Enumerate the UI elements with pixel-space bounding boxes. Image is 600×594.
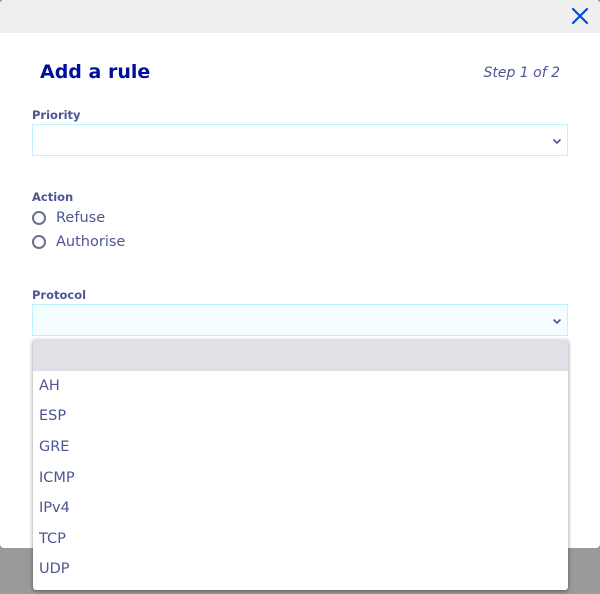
chevron-down-icon [552, 318, 562, 325]
protocol-option-ah[interactable]: AH [33, 371, 568, 402]
protocol-option-tcp[interactable]: TCP [33, 524, 568, 555]
radio-button[interactable] [32, 211, 46, 225]
radio-refuse[interactable]: Refuse [32, 208, 105, 228]
protocol-option-esp[interactable]: ESP [33, 401, 568, 432]
protocol-option-gre[interactable]: GRE [33, 432, 568, 463]
protocol-option-ipv4[interactable]: IPv4 [33, 493, 568, 524]
chevron-down-icon [552, 138, 562, 145]
radio-authorise-label: Authorise [56, 234, 126, 250]
action-label: Action [32, 190, 74, 204]
protocol-option-udp[interactable]: UDP [33, 554, 568, 585]
modal-title: Add a rule [40, 61, 151, 83]
protocol-dropdown-list: AH ESP GRE ICMP IPv4 TCP UDP [33, 340, 568, 590]
step-indicator: Step 1 of 2 [483, 65, 560, 81]
protocol-select[interactable] [32, 304, 568, 336]
close-button[interactable] [570, 6, 590, 26]
priority-label: Priority [32, 108, 81, 122]
protocol-label: Protocol [32, 288, 87, 302]
radio-button[interactable] [32, 235, 46, 249]
radio-refuse-label: Refuse [56, 210, 106, 226]
protocol-option-icmp[interactable]: ICMP [33, 462, 568, 493]
priority-select[interactable] [32, 124, 568, 156]
modal-topbar [0, 0, 600, 33]
close-icon [571, 7, 589, 25]
protocol-option-empty[interactable] [33, 340, 568, 371]
radio-authorise[interactable]: Authorise [32, 232, 125, 252]
